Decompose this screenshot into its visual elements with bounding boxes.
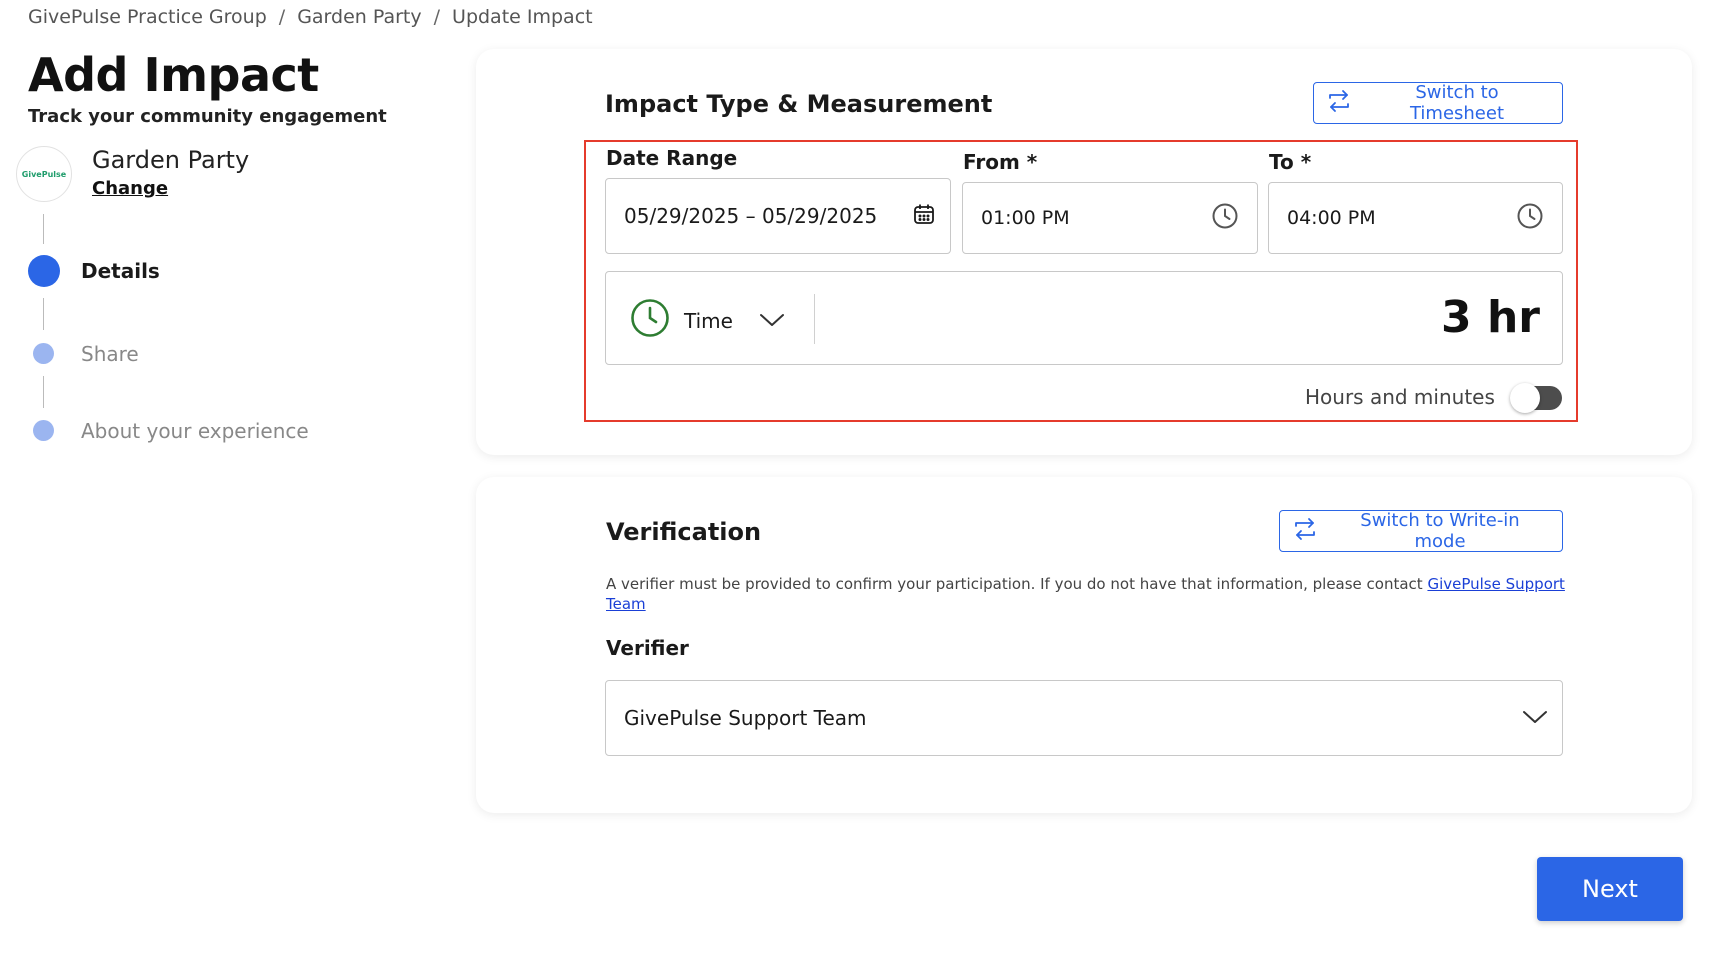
breadcrumb-item-current: Update Impact bbox=[452, 6, 593, 28]
step-active-dot bbox=[28, 255, 60, 287]
step-pending-dot bbox=[33, 343, 54, 364]
page-subtitle: Track your community engagement bbox=[28, 106, 387, 127]
impact-type-select[interactable]: Time bbox=[630, 298, 785, 343]
stepper-connector bbox=[43, 214, 44, 244]
date-range-value: 05/29/2025 – 05/29/2025 bbox=[624, 204, 878, 228]
org-logo: GivePulse bbox=[16, 146, 72, 202]
swap-icon bbox=[1326, 88, 1352, 119]
impact-measurement-box: Time 3 hr bbox=[605, 271, 1563, 365]
breadcrumb-item-event[interactable]: Garden Party bbox=[297, 6, 421, 28]
swap-icon bbox=[1292, 516, 1318, 547]
verifier-select[interactable]: GivePulse Support Team bbox=[605, 680, 1563, 756]
step-label-experience[interactable]: About your experience bbox=[81, 419, 309, 443]
measure-divider bbox=[814, 294, 815, 344]
next-button[interactable]: Next bbox=[1537, 857, 1683, 921]
step-label-details[interactable]: Details bbox=[81, 259, 160, 283]
impact-type-label: Time bbox=[684, 308, 733, 333]
org-name: Garden Party bbox=[92, 146, 250, 174]
verifier-label: Verifier bbox=[606, 636, 689, 660]
breadcrumb-separator: / bbox=[433, 6, 441, 28]
hours-minutes-toggle[interactable] bbox=[1510, 383, 1562, 413]
to-time-input[interactable]: 04:00 PM bbox=[1268, 182, 1563, 254]
from-time-label: From * bbox=[963, 150, 1038, 174]
switch-to-write-in-label: Switch to Write-in mode bbox=[1360, 510, 1520, 552]
breadcrumb: GivePulse Practice Group / Garden Party … bbox=[28, 6, 593, 28]
hours-minutes-toggle-label: Hours and minutes bbox=[1305, 385, 1495, 409]
stepper-connector bbox=[43, 376, 44, 408]
verification-description: A verifier must be provided to confirm y… bbox=[606, 574, 1566, 614]
verifier-value: GivePulse Support Team bbox=[624, 706, 867, 730]
clock-icon[interactable] bbox=[1516, 202, 1544, 235]
date-range-label: Date Range bbox=[606, 146, 738, 170]
calendar-icon[interactable] bbox=[912, 202, 936, 231]
step-label-share[interactable]: Share bbox=[81, 342, 139, 366]
page-title: Add Impact bbox=[28, 48, 319, 102]
switch-to-timesheet-label: Switch to Timesheet bbox=[1409, 82, 1505, 124]
date-range-input[interactable]: 05/29/2025 – 05/29/2025 bbox=[605, 178, 951, 254]
breadcrumb-item-group[interactable]: GivePulse Practice Group bbox=[28, 6, 267, 28]
clock-icon[interactable] bbox=[1211, 202, 1239, 235]
switch-to-timesheet-button[interactable]: Switch to Timesheet bbox=[1313, 82, 1563, 124]
from-time-value: 01:00 PM bbox=[981, 207, 1070, 229]
switch-to-write-in-button[interactable]: Switch to Write-in mode bbox=[1279, 510, 1563, 552]
org-logo-text: GivePulse bbox=[21, 169, 67, 179]
chevron-down-icon bbox=[759, 309, 785, 333]
verification-description-text: A verifier must be provided to confirm y… bbox=[606, 575, 1428, 593]
change-org-link[interactable]: Change bbox=[92, 178, 168, 199]
to-time-label: To * bbox=[1269, 150, 1312, 174]
stepper-connector bbox=[43, 298, 44, 330]
chevron-down-icon bbox=[1522, 706, 1548, 730]
breadcrumb-separator: / bbox=[278, 6, 286, 28]
toggle-knob bbox=[1510, 383, 1540, 413]
step-pending-dot bbox=[33, 420, 54, 441]
to-time-value: 04:00 PM bbox=[1287, 207, 1376, 229]
clock-icon bbox=[630, 298, 670, 343]
hours-value-input[interactable]: 3 hr bbox=[1441, 292, 1540, 343]
impact-section-title: Impact Type & Measurement bbox=[605, 90, 993, 118]
verification-section-title: Verification bbox=[606, 518, 762, 546]
from-time-input[interactable]: 01:00 PM bbox=[962, 182, 1258, 254]
